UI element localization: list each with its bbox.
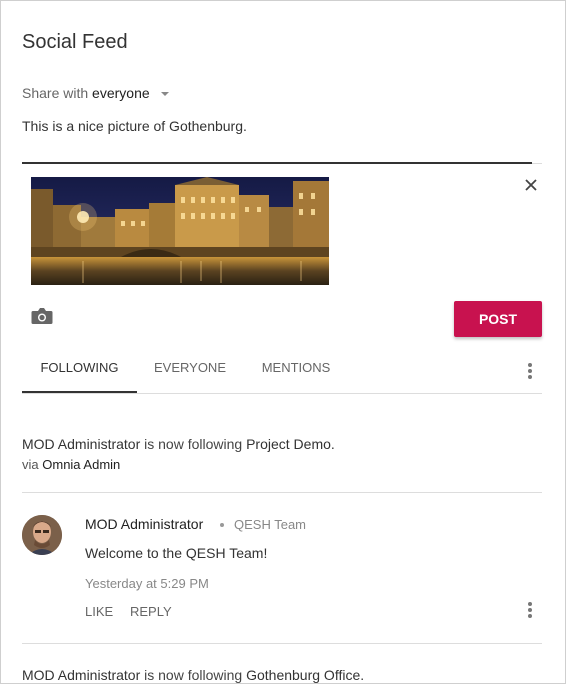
tab-following[interactable]: FOLLOWING xyxy=(22,347,137,393)
tab-everyone[interactable]: EVERYONE xyxy=(148,347,232,392)
attached-image xyxy=(31,177,329,285)
post-timestamp: Yesterday at 5:29 PM xyxy=(85,576,209,591)
post-text: Welcome to the QESH Team! xyxy=(85,545,268,561)
more-vert-icon[interactable] xyxy=(527,602,533,618)
activity-verb: is now following xyxy=(144,436,243,452)
share-prefix: Share with xyxy=(22,85,89,101)
like-button[interactable]: LIKE xyxy=(85,604,113,619)
divider xyxy=(532,163,542,164)
feed-tabs: FOLLOWING EVERYONE MENTIONS xyxy=(22,347,542,394)
avatar[interactable] xyxy=(22,515,62,555)
post-team[interactable]: QESH Team xyxy=(234,517,306,532)
activity-item: MOD Administrator is now following Gothe… xyxy=(22,667,364,683)
post-author[interactable]: MOD Administrator xyxy=(85,516,203,532)
camera-icon xyxy=(31,308,53,324)
activity-item: MOD Administrator is now following Proje… xyxy=(22,436,335,452)
social-feed-panel: Social Feed Share with everyone This is … xyxy=(0,0,566,684)
add-photo-button[interactable] xyxy=(31,307,53,325)
more-vert-icon[interactable] xyxy=(527,363,533,379)
divider xyxy=(22,492,542,493)
separator-dot xyxy=(220,523,224,527)
activity-object[interactable]: Project Demo. xyxy=(246,436,335,452)
close-icon xyxy=(525,179,537,191)
remove-image-button[interactable] xyxy=(523,177,539,193)
tab-mentions[interactable]: MENTIONS xyxy=(254,347,338,392)
activity-actor[interactable]: MOD Administrator xyxy=(22,667,140,683)
page-title: Social Feed xyxy=(22,31,128,53)
via-prefix: via xyxy=(22,457,39,472)
user-avatar-image xyxy=(22,515,62,555)
activity-verb: is now following xyxy=(144,667,243,683)
caret-down-icon xyxy=(160,92,169,97)
text-input-underline xyxy=(22,162,532,164)
post-button[interactable]: POST xyxy=(454,301,542,337)
gothenburg-photo xyxy=(31,177,329,285)
activity-via: via Omnia Admin xyxy=(22,457,120,472)
share-target: everyone xyxy=(92,85,150,101)
activity-actor[interactable]: MOD Administrator xyxy=(22,436,140,452)
reply-button[interactable]: REPLY xyxy=(130,604,172,619)
divider xyxy=(22,643,542,644)
activity-object[interactable]: Gothenburg Office. xyxy=(246,667,364,683)
share-with-dropdown[interactable]: Share with everyone xyxy=(22,85,169,101)
post-text-input[interactable]: This is a nice picture of Gothenburg. xyxy=(22,118,247,134)
via-source[interactable]: Omnia Admin xyxy=(42,457,120,472)
